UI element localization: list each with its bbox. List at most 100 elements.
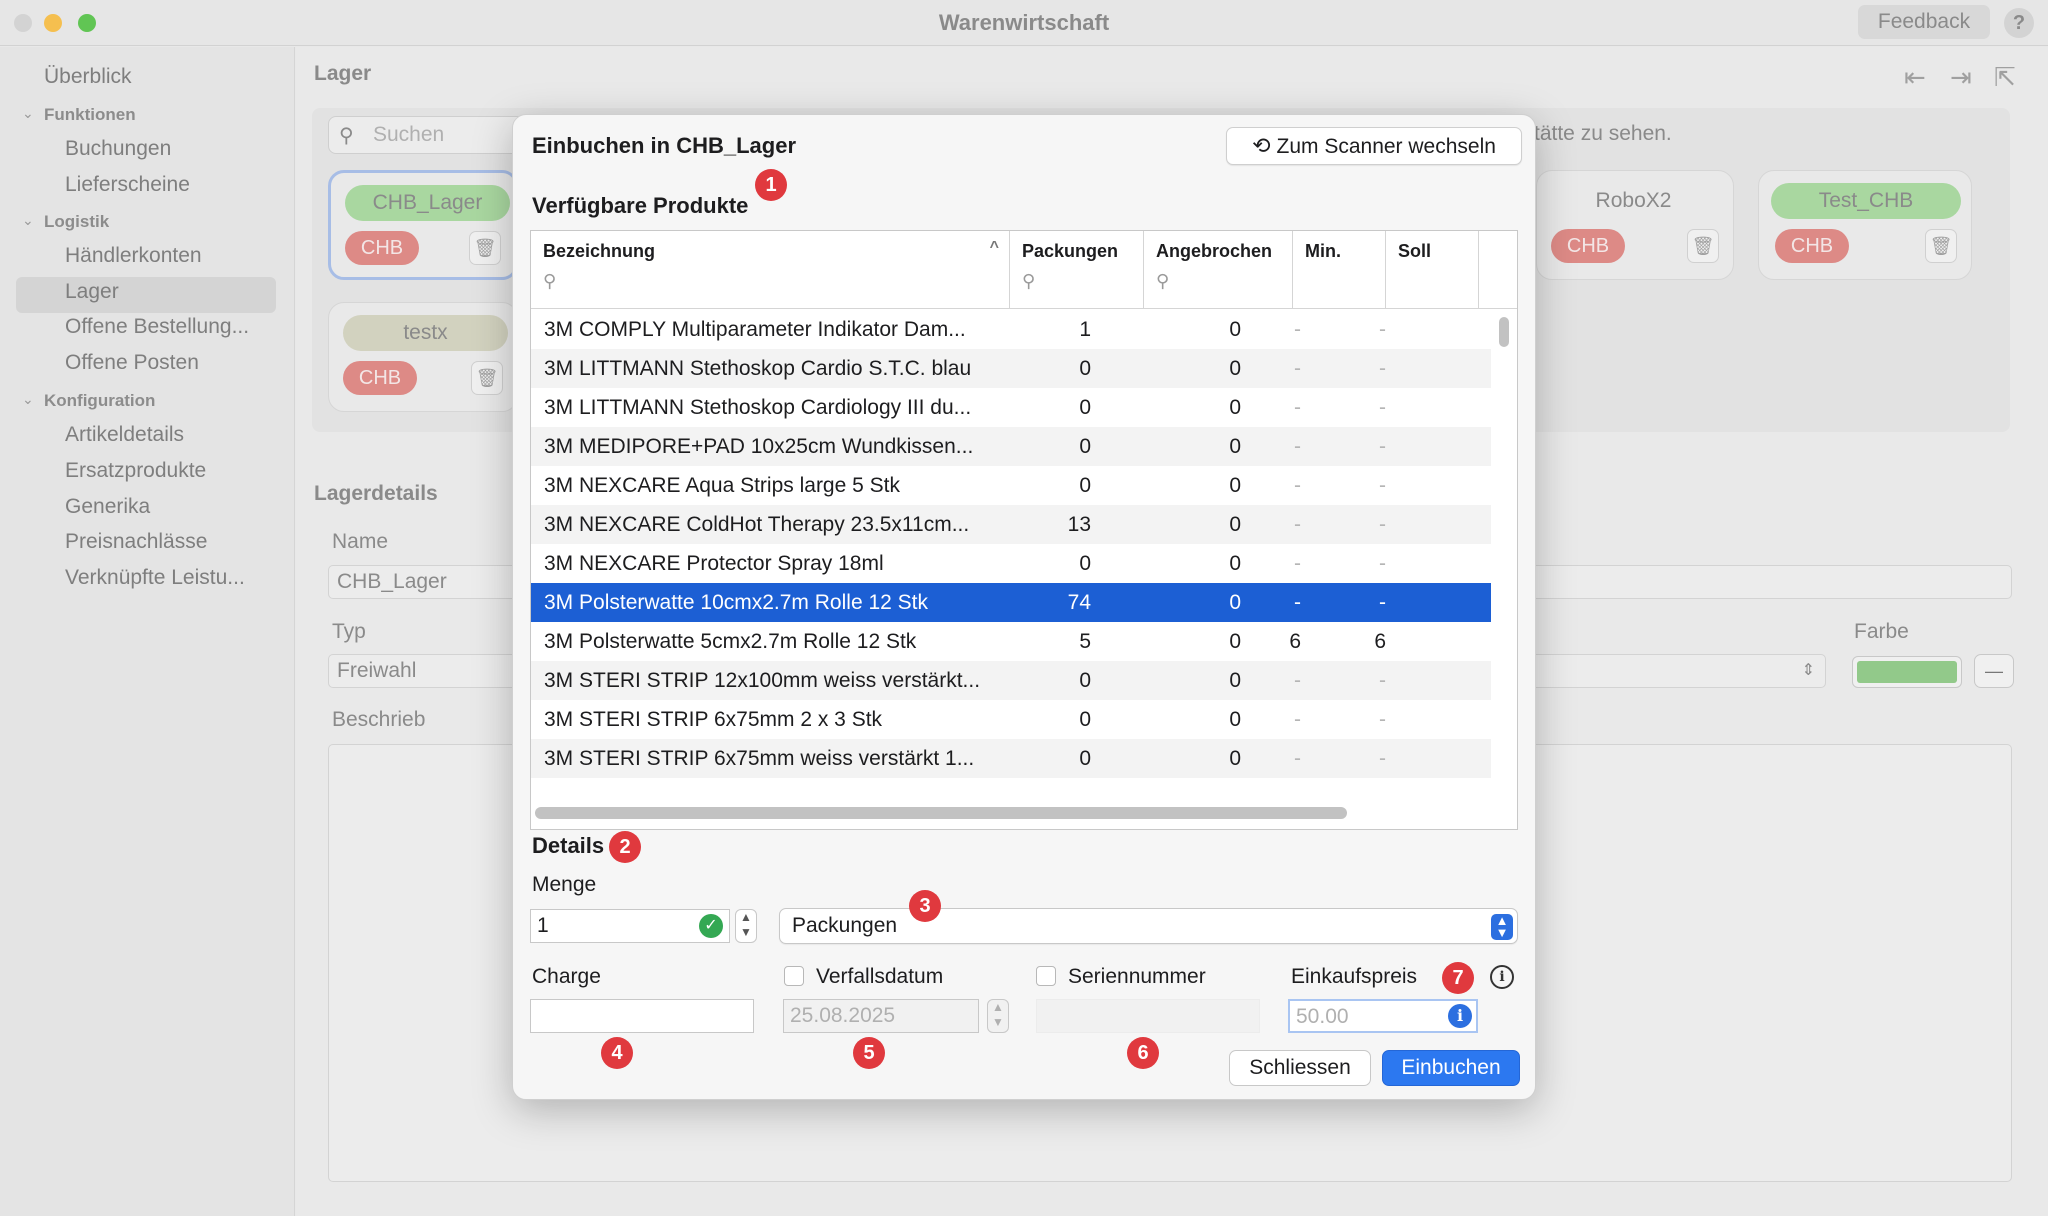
column-header-soll[interactable]: Soll (1386, 231, 1479, 309)
sort-ascending-icon: ^ (989, 239, 999, 256)
storage-card[interactable]: Test_CHB CHB 🗑 (1758, 170, 1972, 280)
einkaufspreis-input[interactable]: 50.00 i (1288, 999, 1478, 1033)
storage-card-tag: CHB (343, 361, 417, 395)
color-well[interactable] (1852, 656, 1962, 688)
switch-to-scanner-button[interactable]: ⟲ Zum Scanner wechseln (1226, 127, 1522, 165)
submit-button[interactable]: Einbuchen (1382, 1050, 1520, 1086)
table-row[interactable]: 3M NEXCARE Aqua Strips large 5 Stk 0 0- - (531, 466, 1491, 505)
search-icon[interactable]: ⚲ (1022, 271, 1035, 292)
info-icon[interactable]: i (1490, 965, 1514, 989)
scanner-button-label: Zum Scanner wechseln (1276, 135, 1496, 158)
cell-soll: - (1379, 318, 1386, 341)
column-header-min[interactable]: Min. (1293, 231, 1386, 309)
sidebar-item-buchungen[interactable]: Buchungen (65, 137, 171, 161)
sidebar-item-offene-bestellungen[interactable]: Offene Bestellung... (65, 315, 249, 339)
search-icon[interactable]: ⚲ (1156, 271, 1169, 292)
trash-icon[interactable]: 🗑 (1687, 229, 1719, 263)
cell-packungen: 13 (1067, 513, 1091, 536)
help-button[interactable]: ? (2004, 8, 2034, 38)
chevron-down-icon[interactable]: ⌄ (22, 105, 34, 122)
trash-icon[interactable]: 🗑 (471, 361, 503, 395)
search-icon[interactable]: ⚲ (543, 271, 556, 292)
cell-soll: - (1379, 708, 1386, 731)
storage-card[interactable]: RoboX2 CHB 🗑 (1536, 170, 1734, 280)
sidebar-item-offene-posten[interactable]: Offene Posten (65, 351, 199, 375)
table-row[interactable]: 3M STERI STRIP 6x75mm 2 x 3 Stk 0 0- - (531, 700, 1491, 739)
table-row[interactable]: 3M NEXCARE Protector Spray 18ml 0 0- - (531, 544, 1491, 583)
table-row[interactable]: 3M Polsterwatte 10cmx2.7m Rolle 12 Stk 74… (531, 583, 1491, 622)
serien-checkbox[interactable] (1036, 966, 1056, 986)
sidebar-section-konfiguration[interactable]: Konfiguration (44, 391, 155, 411)
table-row[interactable]: 3M MEDIPORE+PAD 10x25cm Wundkissen... 0 0-… (531, 427, 1491, 466)
sidebar-item-artikeldetails[interactable]: Artikeldetails (65, 423, 184, 447)
sidebar-item-ersatzprodukte[interactable]: Ersatzprodukte (65, 459, 206, 483)
storage-card-name: Test_CHB (1771, 183, 1961, 219)
unit-select[interactable]: Packungen ▲ ▼ (779, 908, 1518, 944)
cell-soll: - (1379, 669, 1386, 692)
feedback-button[interactable]: Feedback (1858, 5, 1990, 39)
annotation-badge: 7 (1442, 962, 1474, 994)
table-row[interactable]: 3M COMPLY Multiparameter Indikator Dam..… (531, 310, 1491, 349)
type-value: Freiwahl (337, 659, 417, 682)
close-button[interactable]: Schliessen (1229, 1050, 1371, 1086)
sidebar-item-haendlerkonten[interactable]: Händlerkonten (65, 244, 202, 268)
table-row[interactable]: 3M STERI STRIP 12x100mm weiss verstärkt.… (531, 661, 1491, 700)
table-row[interactable]: 3M Polsterwatte 5cmx2.7m Rolle 12 Stk 5 0 6… (531, 622, 1491, 661)
trash-icon[interactable]: 🗑 (469, 231, 501, 265)
cell-bezeichnung: 3M LITTMANN Stethoskop Cardio S.T.C. bla… (544, 357, 972, 380)
sidebar-section-funktionen[interactable]: Funktionen (44, 105, 136, 125)
annotation-badge: 6 (1127, 1037, 1159, 1069)
cell-packungen: 74 (1067, 591, 1091, 614)
remove-color-button[interactable]: — (1974, 654, 2014, 688)
scrollbar-thumb[interactable] (1499, 317, 1509, 347)
verfall-date-input[interactable]: 25.08.2025 (783, 999, 979, 1033)
import-icon[interactable]: ⇤ (1904, 62, 1926, 93)
sidebar-item-overview[interactable]: Überblick (44, 65, 132, 89)
info-icon[interactable]: i (1448, 1004, 1472, 1028)
trash-icon[interactable]: 🗑 (1925, 229, 1957, 263)
sidebar-section-logistik[interactable]: Logistik (44, 212, 109, 232)
cell-soll: - (1379, 513, 1386, 536)
cell-min: - (1294, 357, 1301, 380)
cell-min: 6 (1289, 630, 1301, 653)
cell-soll: - (1379, 474, 1386, 497)
date-stepper[interactable]: ▲ ▼ (987, 999, 1009, 1033)
export-icon[interactable]: ⇥ (1950, 62, 1972, 93)
sidebar: Überblick ⌄ Funktionen Buchungen Liefers… (0, 47, 295, 1216)
sidebar-item-lager[interactable]: Lager (65, 280, 119, 304)
sidebar-item-verknuepfte-leistungen[interactable]: Verknüpfte Leistu... (65, 566, 245, 590)
table-row[interactable]: 3M NEXCARE ColdHot Therapy 23.5x11cm... 1… (531, 505, 1491, 544)
sidebar-item-preisnachlaesse[interactable]: Preisnachlässe (65, 530, 207, 554)
share-icon[interactable]: ⇱ (1994, 62, 2016, 93)
sidebar-item-lieferscheine[interactable]: Lieferscheine (65, 173, 190, 197)
storage-card-tag: CHB (1551, 229, 1625, 263)
menge-stepper[interactable]: ▲ ▼ (735, 909, 757, 943)
chevron-down-icon[interactable]: ⌄ (22, 391, 34, 408)
storage-card[interactable]: testx CHB 🗑 (328, 302, 518, 412)
refresh-icon: ⟲ (1252, 133, 1271, 158)
chevron-down-icon[interactable]: ⌄ (22, 212, 34, 229)
horizontal-scrollbar[interactable] (535, 807, 1347, 819)
column-header-angebrochen[interactable]: Angebrochen ⚲ (1144, 231, 1293, 309)
storage-card-name: RoboX2 (1551, 183, 1716, 219)
column-header-bezeichnung[interactable]: Bezeichnung ^ ⚲ (531, 231, 1010, 309)
cell-bezeichnung: 3M STERI STRIP 12x100mm weiss verstärkt.… (544, 669, 981, 692)
table-body: 3M COMPLY Multiparameter Indikator Dam..… (531, 310, 1491, 780)
table-row[interactable]: 3M LITTMANN Stethoskop Cardiology III du… (531, 388, 1491, 427)
table-row[interactable]: 3M STERI STRIP 6x75mm weiss verstärkt 1.… (531, 739, 1491, 778)
vertical-scrollbar[interactable] (1497, 313, 1511, 773)
sidebar-item-generika[interactable]: Generika (65, 495, 150, 519)
serien-label: Seriennummer (1068, 965, 1206, 988)
menge-input[interactable]: 1 ✓ (530, 909, 730, 943)
table-row[interactable]: 3M LITTMANN Stethoskop Cardio S.T.C. bla… (531, 349, 1491, 388)
cell-min: - (1294, 708, 1301, 731)
storage-card[interactable]: CHB_Lager CHB 🗑 (328, 170, 518, 280)
column-header-packungen[interactable]: Packungen ⚲ (1010, 231, 1144, 309)
cell-bezeichnung: 3M NEXCARE ColdHot Therapy 23.5x11cm... (544, 513, 970, 536)
serien-input[interactable] (1036, 999, 1260, 1033)
charge-input[interactable] (530, 999, 754, 1033)
details-heading: Lagerdetails (314, 482, 438, 505)
details-section-title: Details (532, 833, 605, 858)
cell-packungen: 0 (1079, 747, 1091, 770)
verfall-checkbox[interactable] (784, 966, 804, 986)
